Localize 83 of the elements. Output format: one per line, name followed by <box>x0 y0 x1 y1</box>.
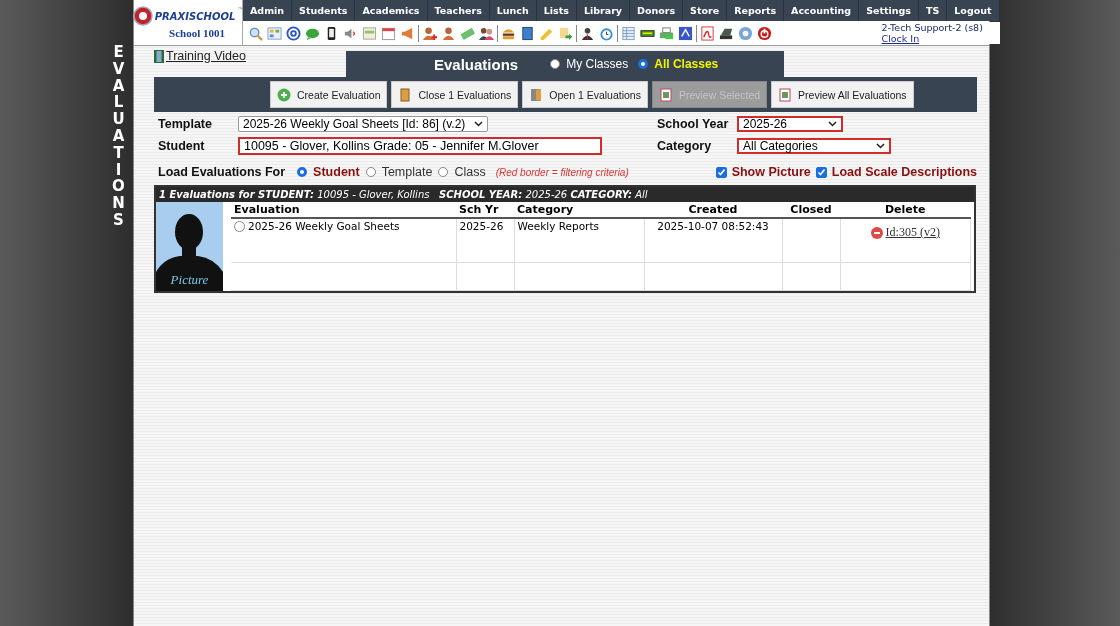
delete-link[interactable]: Id:305 (v2) <box>885 225 940 240</box>
table-cell: 2025-10-07 08:52:43 <box>657 220 769 232</box>
checkbox-label[interactable]: Load Scale Descriptions <box>831 165 977 179</box>
scope-label[interactable]: All Classes <box>654 57 719 71</box>
field-label: Student <box>158 139 206 153</box>
radio-button[interactable] <box>365 167 376 177</box>
search-icon[interactable] <box>248 25 263 41</box>
nav-item[interactable]: Store <box>683 0 728 21</box>
book-icon[interactable] <box>520 25 535 41</box>
training-video-link[interactable]: Training Video <box>154 45 346 63</box>
nav-item[interactable]: Logout <box>947 0 1000 21</box>
nav-item[interactable]: Donors <box>630 0 684 21</box>
student-photo: Picture <box>156 202 223 291</box>
person-add-icon[interactable] <box>422 25 437 41</box>
grid-icon[interactable] <box>267 25 282 41</box>
film-icon <box>154 49 164 63</box>
nav-item[interactable]: Academics <box>355 0 428 21</box>
nav-item[interactable]: Settings <box>859 0 919 21</box>
table-cell: 2025-26 <box>459 220 504 232</box>
nav-item[interactable]: Students <box>292 0 356 21</box>
scope-label[interactable]: My Classes <box>566 57 629 71</box>
radio-button[interactable] <box>638 59 649 69</box>
calendar-icon[interactable] <box>381 25 396 41</box>
field-label: School Year <box>657 117 730 131</box>
delete-icon[interactable] <box>870 226 883 239</box>
radio-button[interactable] <box>550 59 561 69</box>
template-select[interactable]: 2025-26 Weekly Goal Sheets [Id: 86] (v.2) <box>238 116 488 132</box>
clock-in-link[interactable]: Clock In <box>881 33 1000 44</box>
column-header: Evaluation <box>231 202 456 218</box>
table-cell: Weekly Reports <box>517 220 599 232</box>
column-header: Closed <box>782 202 840 218</box>
load-label: Load Evaluations For <box>158 165 286 179</box>
option-label[interactable]: Template <box>381 165 433 179</box>
megaphone-icon[interactable] <box>400 25 415 41</box>
checkbox[interactable] <box>715 166 727 178</box>
checkbox[interactable] <box>815 166 827 178</box>
option-label[interactable]: Student <box>313 165 360 179</box>
people-icon[interactable] <box>479 25 494 41</box>
door-icon <box>398 87 413 102</box>
radio-button[interactable] <box>297 167 308 177</box>
radio-button[interactable] <box>234 220 245 232</box>
document-arrow-icon[interactable] <box>558 25 573 41</box>
nav-item[interactable]: Library <box>576 0 631 21</box>
action-button[interactable]: Preview All Evaluations <box>771 81 914 108</box>
side-title: EVALUATIONS <box>111 44 126 231</box>
nav-item[interactable]: Teachers <box>427 0 490 21</box>
nav-item[interactable]: Reports <box>727 0 785 21</box>
category-select[interactable]: All Categories <box>737 138 891 154</box>
person-icon[interactable] <box>441 25 456 41</box>
column-header: Created <box>644 202 782 218</box>
pdf-icon[interactable] <box>700 25 715 41</box>
window-icon[interactable] <box>362 25 377 41</box>
results-summary: 1 Evaluations for STUDENT: 10095 - Glover, Kollins SCHOOL YEAR: 2025-26 CATEGORY: All <box>156 187 974 202</box>
page-title: Evaluations <box>434 55 519 73</box>
column-header: Category <box>514 202 644 218</box>
option-label[interactable]: Class <box>454 165 486 179</box>
nav-item[interactable]: Lunch <box>489 0 537 21</box>
caret-icon <box>876 143 885 149</box>
power-icon[interactable] <box>757 25 772 41</box>
nav-item[interactable]: TS <box>918 0 948 21</box>
checkbox-label[interactable]: Show Picture <box>731 165 811 179</box>
nav-item[interactable]: Admin <box>243 0 293 21</box>
column-header: Delete <box>840 202 971 218</box>
column-header: Sch Yr <box>456 202 514 218</box>
radio-button[interactable] <box>438 167 449 177</box>
plus-icon <box>277 87 291 102</box>
nav-item[interactable]: Accounting <box>784 0 860 21</box>
nav-item[interactable]: Lists <box>536 0 577 21</box>
student-field[interactable]: 10095 - Glover, Kollins Grade: 05 - Jennifer M.Glover <box>238 137 602 155</box>
document-icon <box>658 87 673 102</box>
action-button[interactable]: Create Evaluation <box>270 81 388 108</box>
action-button[interactable]: Open 1 Evaluations <box>522 81 648 108</box>
filter-note: (Red border = filtering criteria) <box>495 166 629 178</box>
field-label: Template <box>158 117 213 131</box>
caret-icon <box>474 121 483 127</box>
table-cell: 2025-26 Weekly Goal Sheets <box>248 220 400 232</box>
document-icon <box>778 87 793 102</box>
field-label: Category <box>657 139 713 153</box>
door-icon <box>529 87 544 102</box>
caret-icon <box>828 121 837 127</box>
businessman-icon[interactable] <box>580 25 595 41</box>
action-button[interactable]: Close 1 Evaluations <box>391 81 519 108</box>
user-name: 2-Tech Support-2 (s8) <box>881 22 983 33</box>
